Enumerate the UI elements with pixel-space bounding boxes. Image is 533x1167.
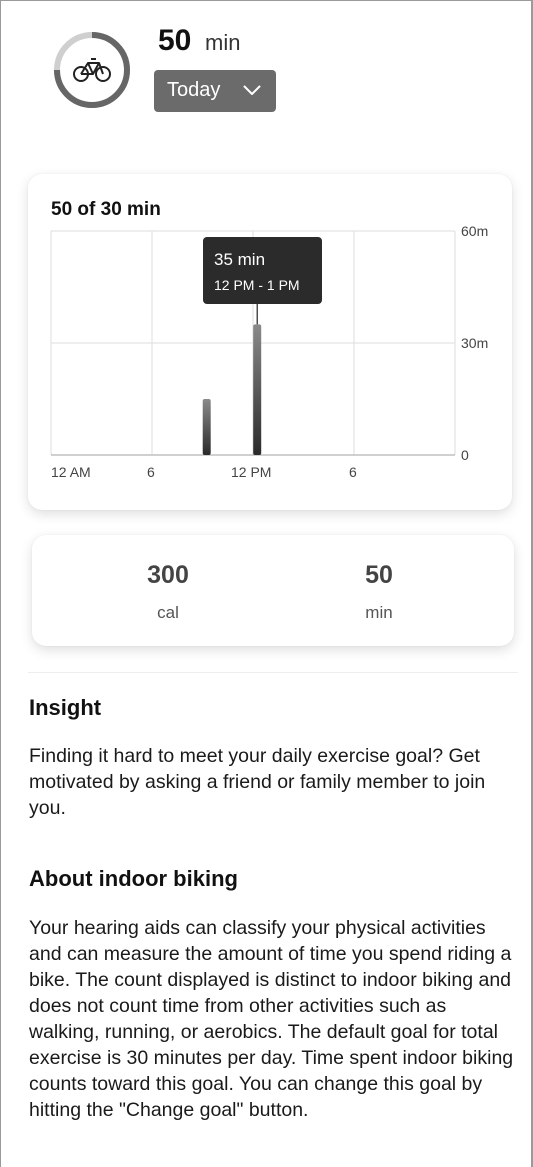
chart-bar xyxy=(202,399,211,455)
y-tick-label: 60m xyxy=(461,223,488,239)
tooltip-value: 35 min xyxy=(214,250,265,269)
y-tick-label: 0 xyxy=(461,447,469,463)
insight-text: Finding it hard to meet your daily exerc… xyxy=(29,745,486,819)
section-divider xyxy=(28,672,518,673)
x-tick-label: 6 xyxy=(147,464,155,480)
chart-bar xyxy=(253,324,262,455)
about-heading: About indoor biking xyxy=(29,866,238,891)
x-tick-label: 6 xyxy=(349,464,357,480)
x-tick-label: 12 AM xyxy=(51,464,91,480)
minutes-unit: min xyxy=(365,603,393,622)
about-text: Your hearing aids can classify your phys… xyxy=(29,917,514,1121)
y-tick-label: 30m xyxy=(461,335,488,351)
tooltip-box xyxy=(203,237,322,304)
calories-value: 300 xyxy=(147,561,189,589)
x-tick-label: 12 PM xyxy=(231,464,271,480)
summary-card xyxy=(32,535,514,646)
insight-heading: Insight xyxy=(29,695,102,720)
tooltip-time: 12 PM - 1 PM xyxy=(214,277,300,293)
minutes-value: 50 xyxy=(365,561,393,589)
calories-unit: cal xyxy=(157,603,179,622)
activity-chart: 12 AM 6 12 PM 6 60m 30m 0 35 min 12 PM - 1 PM xyxy=(50,223,488,480)
